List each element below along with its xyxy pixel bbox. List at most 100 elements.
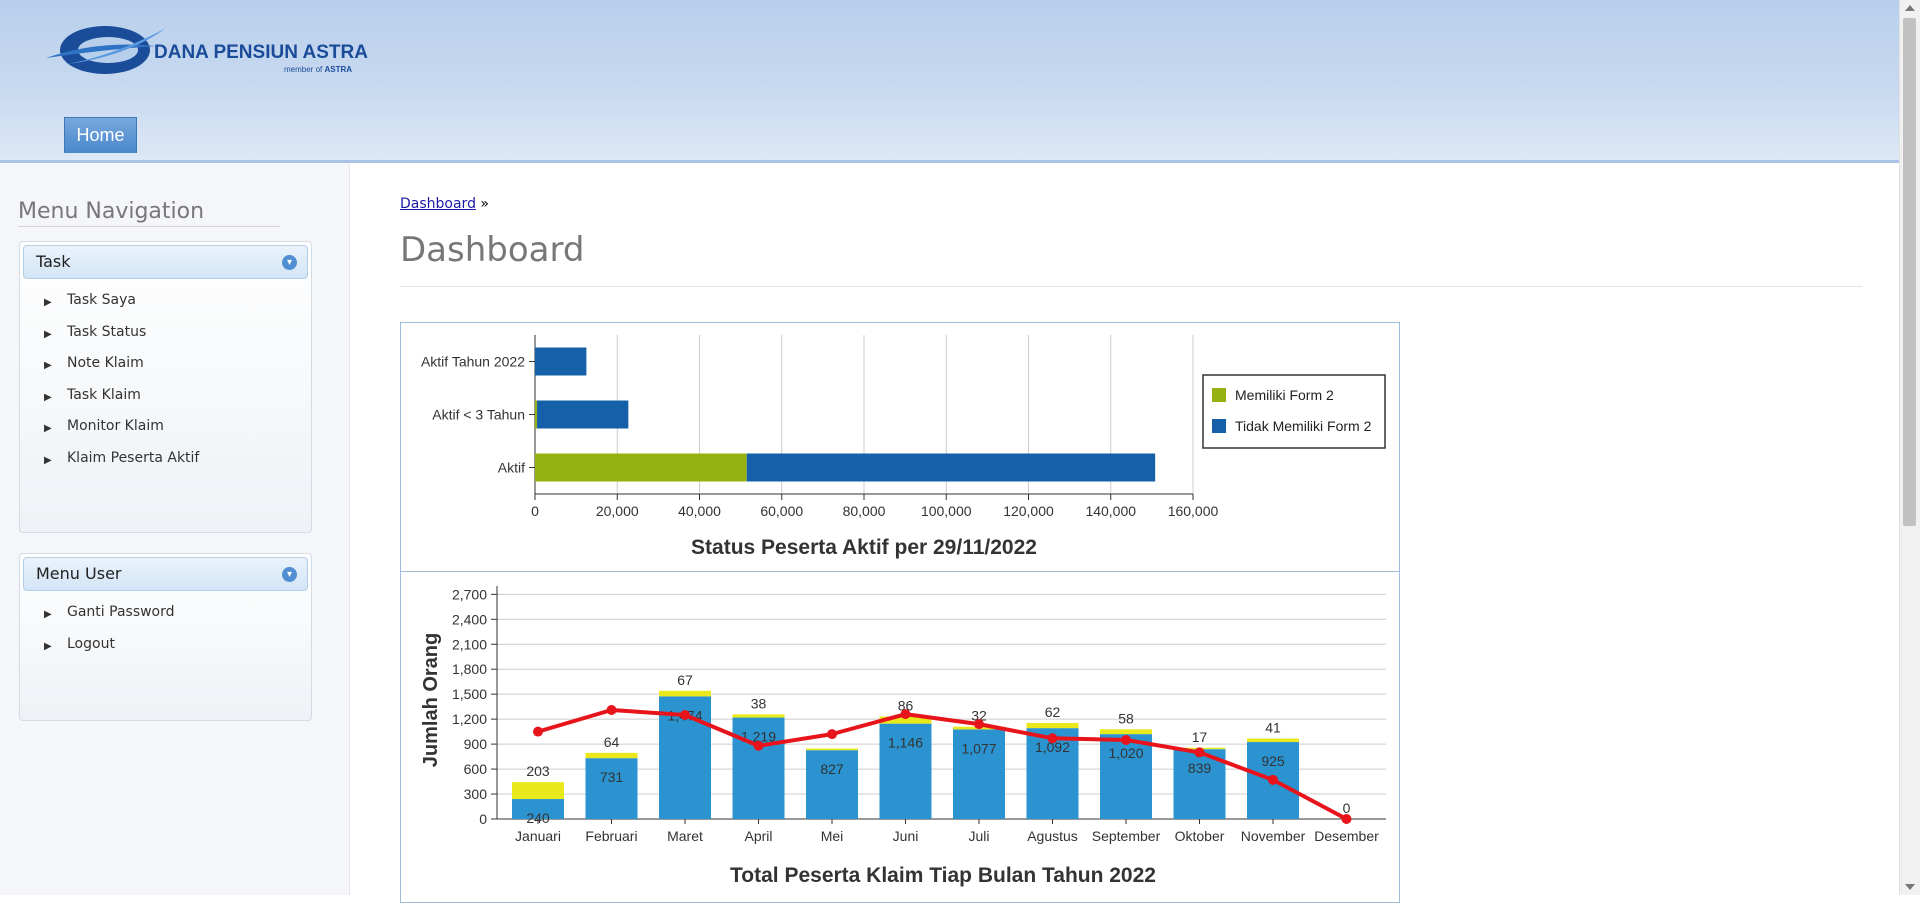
chart-title: Status Peserta Aktif per 29/11/2022	[691, 536, 1037, 559]
data-label: 1,077	[961, 740, 996, 756]
x-tick-label: 20,000	[596, 503, 639, 519]
x-tick-label: 0	[531, 503, 539, 519]
bar	[1247, 738, 1299, 743]
logo-text: DANA PENSIUN ASTRA	[154, 42, 368, 63]
breadcrumb: Dashboard »	[400, 196, 1862, 212]
data-label: 0	[1343, 800, 1351, 816]
status-peserta-chart-svg: 0 20,000 40,000 60,000 80,000 100,000 120,000 1…	[421, 335, 1386, 559]
collapse-icon[interactable]: ▾	[282, 255, 297, 270]
legend-label: Tidak Memiliki Form 2	[1235, 418, 1372, 434]
y-tick-label: 2,100	[452, 636, 487, 652]
task-panel-title: Task	[36, 252, 71, 271]
x-tick-label: November	[1241, 828, 1306, 844]
bar	[535, 400, 538, 429]
user-menu-list: ▶ Ganti Password ▶ Logout	[20, 601, 311, 664]
bar	[535, 347, 587, 376]
x-tick-label: 80,000	[843, 503, 886, 519]
legend-box	[1202, 374, 1386, 449]
data-label: 240	[526, 810, 550, 826]
data-label: 839	[1188, 760, 1212, 776]
menu-user-panel: Menu User ▾ ▶ Ganti Password ▶ Logout	[19, 553, 312, 721]
page-title: Dashboard	[400, 230, 1862, 287]
breadcrumb-dashboard-link[interactable]: Dashboard	[400, 196, 476, 212]
x-tick-label: 60,000	[760, 503, 803, 519]
nav-tab-home[interactable]: Home	[64, 117, 137, 153]
line-point	[606, 704, 617, 715]
sidebar-item-ganti-password[interactable]: ▶ Ganti Password	[20, 601, 311, 633]
data-label: 1,020	[1108, 745, 1143, 761]
y-tick-label: 1,800	[452, 661, 487, 677]
x-tick-label: Oktober	[1175, 828, 1225, 844]
scrollbar-thumb[interactable]	[1903, 18, 1916, 526]
bar	[806, 748, 858, 751]
vertical-scrollbar[interactable]	[1899, 0, 1920, 895]
data-label: 62	[1045, 704, 1061, 720]
x-tick-label: Januari	[515, 828, 561, 844]
menu-user-panel-header[interactable]: Menu User ▾	[23, 557, 308, 591]
y-tick-label: Aktif < 3 Tahun	[432, 407, 525, 423]
y-axis-label: Jumlah Orang	[420, 633, 442, 767]
x-tick-label: Februari	[585, 828, 637, 844]
sidebar-item-logout[interactable]: ▶ Logout	[20, 633, 311, 665]
sidebar-item-task-saya[interactable]: ▶ Task Saya	[20, 289, 311, 321]
arrow-right-icon: ▶	[44, 297, 52, 308]
y-tick-label: Aktif Tahun 2022	[421, 354, 525, 370]
logo[interactable]: DANA PENSIUN ASTRA member of ASTRA	[38, 20, 378, 80]
y-tick-label: Aktif	[498, 460, 525, 476]
x-tick-label: 160,000	[1168, 503, 1219, 519]
line-point	[533, 726, 543, 737]
scroll-up-icon[interactable]	[1905, 5, 1915, 11]
y-tick-label: 900	[464, 736, 488, 752]
arrow-right-icon: ▶	[44, 328, 52, 340]
total-peserta-klaim-chart-svg: 0 300 600 900 1,200 1,500 1,800 2,100 2,400 2,700…	[420, 586, 1386, 887]
bar	[746, 453, 1156, 482]
sidebar-item-task-klaim[interactable]: ▶ Task Klaim	[20, 384, 311, 416]
legend-swatch	[1212, 419, 1226, 433]
line-point	[1341, 814, 1352, 824]
data-label: 925	[1261, 753, 1285, 769]
x-tick-label: 140,000	[1085, 503, 1136, 519]
breadcrumb-separator: »	[480, 196, 489, 212]
data-label: 1,146	[888, 735, 923, 751]
y-tick-label: 600	[464, 761, 488, 777]
sidebar-item-task-status[interactable]: ▶ Task Status	[20, 321, 311, 353]
task-panel: Task ▾ ▶ Task Saya ▶ Task Status ▶ Note Kla…	[19, 241, 312, 533]
x-tick-label: April	[744, 828, 772, 844]
data-label: 203	[526, 763, 550, 779]
x-tick-label: Maret	[667, 828, 703, 844]
x-tick-label: Desember	[1314, 828, 1379, 844]
line-point	[1047, 733, 1058, 744]
scroll-down-icon[interactable]	[1905, 884, 1915, 890]
sidebar-item-monitor-klaim[interactable]: ▶ Monitor Klaim	[20, 415, 311, 447]
x-tick-label: 100,000	[921, 503, 972, 519]
app-header: DANA PENSIUN ASTRA member of ASTRA Home	[0, 0, 1900, 163]
data-label: 58	[1118, 710, 1134, 726]
y-tick-label: 2,700	[452, 586, 487, 602]
line-point	[1268, 774, 1278, 785]
data-label: 827	[820, 761, 844, 777]
collapse-icon[interactable]: ▾	[282, 567, 297, 582]
x-tick-label: 120,000	[1003, 503, 1054, 519]
logo-mark: DANA PENSIUN ASTRA member of ASTRA	[46, 26, 368, 74]
arrow-right-icon: ▶	[44, 454, 52, 466]
task-panel-header[interactable]: Task ▾	[23, 245, 308, 279]
line-point	[900, 709, 911, 720]
line-point	[827, 729, 837, 740]
x-tick-label: September	[1092, 828, 1161, 844]
menu-user-panel-title: Menu User	[36, 564, 122, 583]
sidebar-item-note-klaim[interactable]: ▶ Note Klaim	[20, 352, 311, 384]
line-point	[1194, 747, 1205, 758]
arrow-right-icon: ▶	[44, 609, 52, 620]
sidebar-item-klaim-peserta-aktif[interactable]: ▶ Klaim Peserta Aktif	[20, 447, 311, 479]
legend-swatch	[1212, 388, 1226, 402]
line-point	[680, 709, 690, 720]
total-peserta-klaim-chart: 0 300 600 900 1,200 1,500 1,800 2,100 2,400 2,700…	[400, 571, 1400, 903]
arrow-right-icon: ▶	[44, 640, 52, 652]
bar	[537, 400, 629, 429]
data-label: 67	[677, 672, 693, 688]
chart-title: Total Peserta Klaim Tiap Bulan Tahun 202…	[730, 864, 1156, 887]
line-point	[753, 740, 764, 751]
y-tick-label: 2,400	[452, 611, 487, 627]
bar	[659, 690, 711, 697]
line-point	[974, 719, 984, 730]
